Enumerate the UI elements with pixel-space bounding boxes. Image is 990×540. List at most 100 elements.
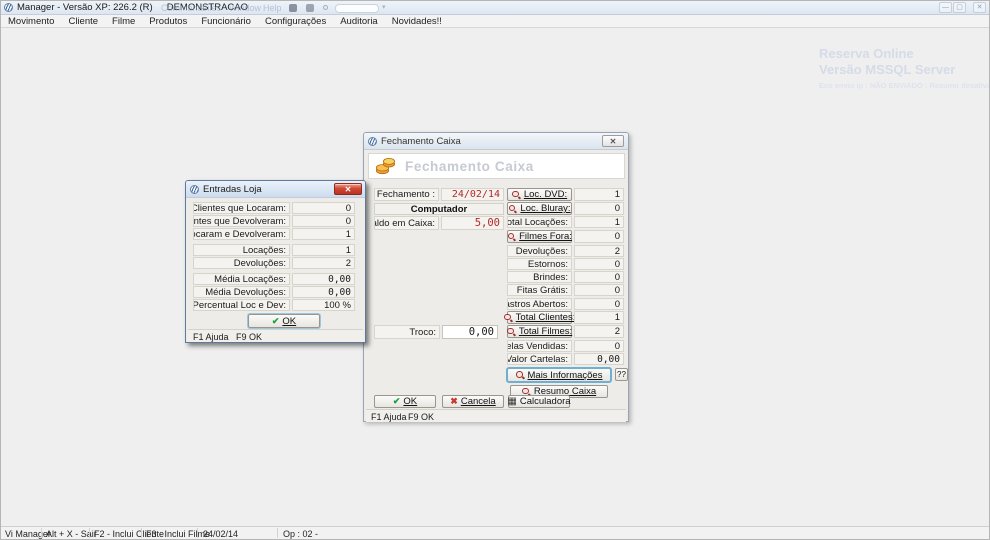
entradas-titlebar[interactable]: Entradas Loja ✕ bbox=[186, 181, 365, 198]
fechamento-f9-hint: F9 OK bbox=[408, 412, 434, 422]
cancela-label: Cancela bbox=[461, 396, 496, 407]
loc-dvd-value: 1 bbox=[574, 188, 624, 201]
ghost-search-box bbox=[335, 4, 379, 13]
menu-movimento[interactable]: Movimento bbox=[1, 16, 61, 27]
entradas-devolucoes-value: 2 bbox=[292, 257, 355, 269]
saldo-em-caixa-value: 5,00 bbox=[441, 216, 504, 230]
cadastros-abertos-label: Cadastros Abertos: bbox=[507, 298, 572, 310]
help-small-button[interactable]: ?? bbox=[615, 368, 628, 381]
statusbar-operator: Op : 02 - bbox=[283, 529, 318, 539]
fechamento-header-title: Fechamento Caixa bbox=[405, 159, 534, 174]
clientes-locaram-value: 0 bbox=[292, 202, 355, 214]
troco-label: Troco: bbox=[374, 325, 440, 339]
locaram-devolveram-label: Do total, Locaram e Devolveram: bbox=[193, 228, 290, 240]
loc-dvd-button[interactable]: Loc. DVD: bbox=[507, 188, 572, 201]
statusbar-divider bbox=[41, 528, 42, 538]
ghost-caret-icon: ▾ bbox=[382, 3, 386, 11]
valor-cartelas-value: 0,00 bbox=[574, 353, 624, 365]
total-locacoes-label: Total Locações: bbox=[507, 216, 572, 228]
maximize-button[interactable]: ▢ bbox=[953, 2, 966, 13]
loc-bluray-button[interactable]: Loc. Bluray: bbox=[507, 202, 572, 215]
cartelas-vendidas-label: Cartelas Vendidas: bbox=[507, 340, 572, 352]
calculator-icon: ▦ bbox=[507, 397, 516, 406]
app-window: Manager - Versão XP: 226.2 (R) DEMONSTRA… bbox=[0, 0, 990, 540]
media-devolucoes-value: 0,00 bbox=[292, 286, 355, 298]
menu-configuracoes[interactable]: Configurações bbox=[258, 16, 333, 27]
estornos-value: 0 bbox=[574, 258, 624, 270]
data-fechamento-value: 24/02/14 bbox=[441, 188, 504, 201]
loc-dvd-label: Loc. DVD: bbox=[524, 189, 567, 200]
fechamento-caixa-dialog: Fechamento Caixa ✕ Fechamento Caixa Data… bbox=[363, 132, 629, 422]
total-filmes-button[interactable]: Total Filmes: bbox=[507, 325, 572, 338]
ghost-search-icon bbox=[323, 5, 328, 10]
clientes-devolveram-label: Total de Clientes que Devolveram: bbox=[193, 215, 290, 227]
fechamento-f1-hint: F1 Ajuda bbox=[371, 412, 407, 422]
entradas-ok-label: OK bbox=[282, 316, 296, 327]
menu-filme[interactable]: Filme bbox=[105, 16, 142, 27]
mais-informacoes-button[interactable]: Mais Informações bbox=[506, 367, 612, 383]
devolucoes-label: Devoluções: bbox=[507, 245, 572, 257]
entradas-title: Entradas Loja bbox=[203, 184, 262, 195]
watermark-versao-mssql: Versão MSSQL Server bbox=[819, 62, 955, 77]
mais-informacoes-label: Mais Informações bbox=[528, 370, 603, 381]
menu-produtos[interactable]: Produtos bbox=[142, 16, 194, 27]
fechamento-header-band: Fechamento Caixa bbox=[368, 153, 625, 179]
filmes-fora-button[interactable]: Filmes Fora: bbox=[507, 230, 572, 243]
computador-group-label: Computador bbox=[374, 203, 504, 215]
magnifier-icon bbox=[516, 371, 525, 380]
statusbar-divider bbox=[141, 528, 142, 538]
brindes-label: Brindes: bbox=[507, 271, 572, 283]
clientes-devolveram-value: 0 bbox=[292, 215, 355, 227]
fechamento-ok-button[interactable]: ✔ OK bbox=[374, 395, 436, 408]
fechamento-titlebar[interactable]: Fechamento Caixa ✕ bbox=[364, 133, 628, 150]
magnifier-icon bbox=[504, 313, 513, 322]
statusbar-date: 24/02/14 bbox=[203, 529, 238, 539]
menu-cliente[interactable]: Cliente bbox=[61, 16, 105, 27]
fechamento-logo-icon bbox=[368, 137, 377, 146]
magnifier-icon bbox=[507, 232, 516, 241]
fechamento-close-icon[interactable]: ✕ bbox=[602, 135, 624, 147]
statusbar-f3-hint: F3 - Inclui Filme bbox=[146, 529, 210, 539]
entradas-loja-dialog: Entradas Loja ✕ Total de Clientes que Lo… bbox=[185, 180, 366, 343]
watermark-status-line: Eco envio ip : NÃO ENVIADO : Resumo desa… bbox=[819, 81, 990, 90]
ghost-menu-window: Window bbox=[229, 3, 261, 13]
entradas-close-icon[interactable]: ✕ bbox=[334, 183, 362, 195]
entradas-logo-icon bbox=[190, 185, 199, 194]
total-clientes-button[interactable]: Total Clientes: bbox=[507, 311, 572, 324]
fitas-gratis-value: 0 bbox=[574, 284, 624, 296]
watermark-reserva-online: Reserva Online bbox=[819, 46, 914, 61]
total-filmes-value: 2 bbox=[574, 325, 624, 338]
cartelas-vendidas-value: 0 bbox=[574, 340, 624, 352]
valor-cartelas-label: Valor Cartelas: bbox=[507, 353, 572, 365]
entradas-ok-button[interactable]: ✔ OK bbox=[248, 314, 320, 328]
menu-auditoria[interactable]: Auditoria bbox=[333, 16, 385, 27]
troco-field[interactable]: 0,00 bbox=[442, 325, 498, 339]
minimize-button[interactable]: — bbox=[939, 2, 952, 13]
coins-icon bbox=[375, 157, 397, 175]
ghost-menu-commands: Commands bbox=[161, 3, 207, 13]
fechamento-title: Fechamento Caixa bbox=[381, 136, 461, 147]
menu-novidades[interactable]: Novidades!! bbox=[385, 16, 449, 27]
data-fechamento-label: Data Fechamento : bbox=[374, 188, 439, 201]
entradas-statusbar: F1 Ajuda F9 OK bbox=[188, 329, 363, 342]
menu-funcionario[interactable]: Funcionário bbox=[194, 16, 258, 27]
app-titlebar: Manager - Versão XP: 226.2 (R) DEMONSTRA… bbox=[1, 1, 989, 15]
total-locacoes-value: 1 bbox=[574, 216, 624, 228]
cancela-button[interactable]: ✖ Cancela bbox=[442, 395, 504, 408]
statusbar-divider bbox=[277, 528, 278, 538]
media-locacoes-label: Média Locações: bbox=[193, 273, 290, 285]
brindes-value: 0 bbox=[574, 271, 624, 283]
loc-bluray-label: Loc. Bluray: bbox=[520, 203, 570, 214]
devolucoes-value: 2 bbox=[574, 245, 624, 257]
entradas-devolucoes-label: Devoluções: bbox=[193, 257, 290, 269]
magnifier-icon bbox=[507, 327, 516, 336]
total-clientes-value: 1 bbox=[574, 311, 624, 324]
calculadora-button[interactable]: ▦ Calculadora bbox=[508, 395, 570, 408]
saldo-em-caixa-label: Saldo em Caixa: bbox=[374, 216, 439, 230]
cancel-x-icon: ✖ bbox=[450, 396, 458, 407]
ghost-app-icon-2 bbox=[306, 4, 314, 12]
fechamento-ok-label: OK bbox=[403, 396, 417, 407]
cadastros-abertos-value: 0 bbox=[574, 298, 624, 310]
ghost-menu-help: Help bbox=[263, 3, 282, 13]
close-button[interactable]: ✕ bbox=[973, 2, 986, 13]
